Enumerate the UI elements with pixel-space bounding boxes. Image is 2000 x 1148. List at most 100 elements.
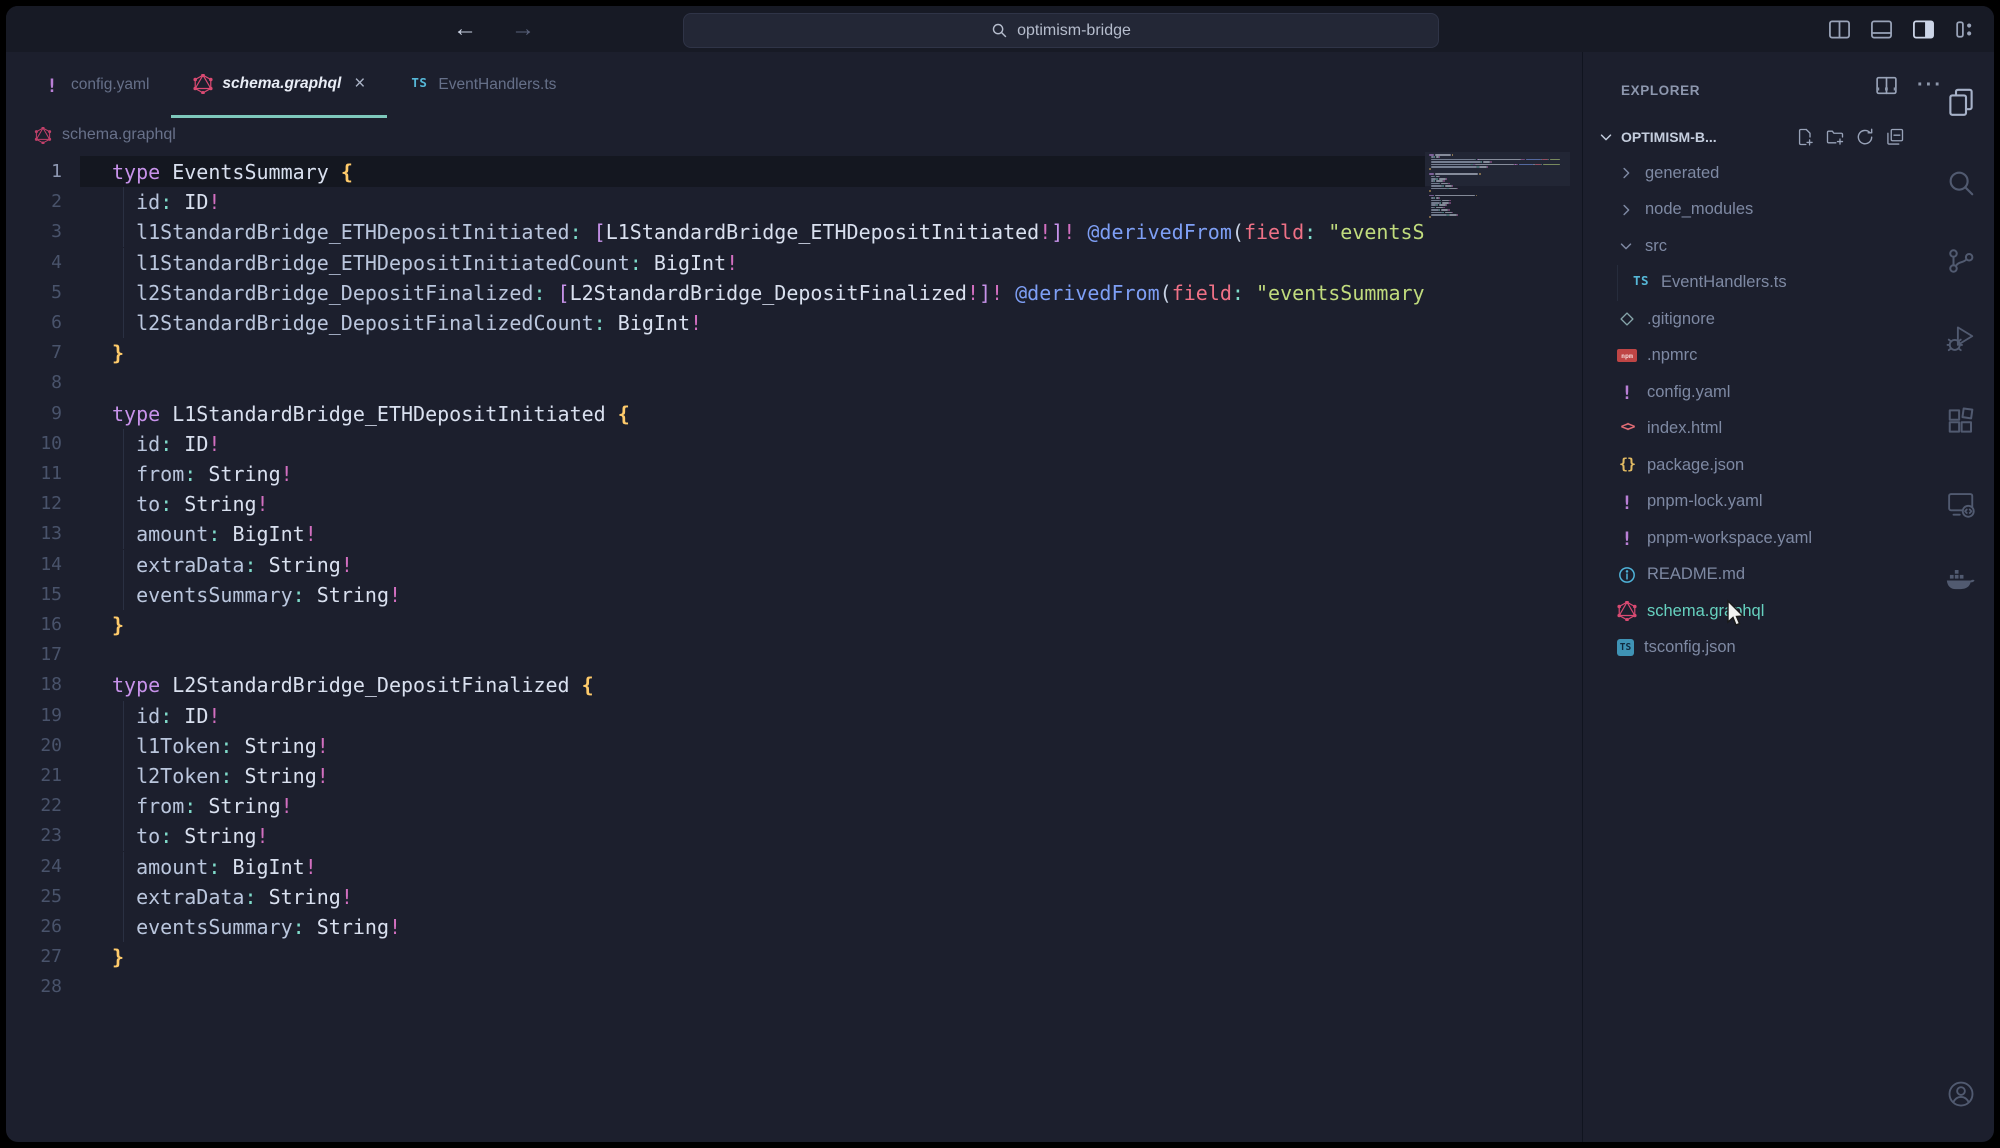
tree-item-README.md[interactable]: README.md [1583,557,1927,594]
code-line[interactable]: 11 from: String! [6,459,1425,489]
tree-item-package.json[interactable]: {}package.json [1583,447,1927,484]
gitignore-icon [1617,309,1637,329]
code-text: extraData: String! [112,550,353,580]
new-file-button[interactable] [1793,125,1817,149]
code-text: } [112,942,124,972]
code-line[interactable]: 14 extraData: String! [6,550,1425,580]
minimap-slider[interactable] [1425,152,1570,186]
code-line[interactable]: 15 eventsSummary: String! [6,580,1425,610]
tree-item-generated[interactable]: generated [1583,155,1927,192]
code-text: type L2StandardBridge_DepositFinalized { [112,670,594,700]
refresh-explorer-button[interactable] [1853,125,1877,149]
code-line[interactable]: 8 [6,368,1425,398]
tree-item-config.yaml[interactable]: !config.yaml [1583,374,1927,411]
toggle-secondary-sidebar-button[interactable] [1911,17,1936,42]
minimap-line [1431,161,1480,163]
line-number: 8 [6,368,62,398]
close-tab-button[interactable]: × [354,73,365,95]
collapse-folders-button[interactable] [1883,125,1907,149]
remote-explorer-button[interactable] [1945,488,1977,520]
breadcrumb[interactable]: schema.graphql [6,118,1582,152]
search-button[interactable] [1945,167,1977,199]
line-number: 12 [6,489,62,519]
code-text: id: ID! [112,429,220,459]
code-line[interactable]: 3 l1StandardBridge_ETHDepositInitiated: … [6,217,1425,247]
tree-item-schema.graphql[interactable]: schema.graphql [1583,593,1927,630]
yaml-icon: ! [42,75,62,95]
explorer-more-button[interactable]: ··· [1875,79,1901,102]
extensions-button[interactable] [1945,405,1977,437]
layout-columns-icon [1827,17,1852,42]
code-line[interactable]: 13 amount: BigInt! [6,519,1425,549]
tab-schema.graphql[interactable]: schema.graphql× [171,52,387,118]
toggle-panel-button[interactable] [1869,17,1894,42]
tab-config.yaml[interactable]: !config.yaml [20,52,171,118]
run-debug-button[interactable] [1945,322,1977,354]
code-line[interactable]: 24 amount: BigInt! [6,852,1425,882]
tree-item-pnpm-lock.yaml[interactable]: !pnpm-lock.yaml [1583,484,1927,521]
code-line[interactable]: 6 l2StandardBridge_DepositFinalizedCount… [6,308,1425,338]
line-number: 3 [6,217,62,247]
tree-item-pnpm-workspace.yaml[interactable]: !pnpm-workspace.yaml [1583,520,1927,557]
back-button[interactable]: ← [448,12,482,46]
line-number: 11 [6,459,62,489]
code-line[interactable]: 28 [6,972,1425,1002]
explorer-button[interactable] [1945,85,1977,117]
code-line[interactable]: 10 id: ID! [6,429,1425,459]
code-line[interactable]: 18type L2StandardBridge_DepositFinalized… [6,670,1425,700]
line-number: 21 [6,761,62,791]
workspace-section[interactable]: OPTIMISM-B... [1583,118,1927,156]
tree-item-label: node_modules [1645,200,1753,219]
tree-item-.npmrc[interactable]: npm.npmrc [1583,338,1927,375]
code-line[interactable]: 20 l1Token: String! [6,731,1425,761]
tree-item-src[interactable]: src [1583,228,1927,265]
code-line[interactable]: 4 l1StandardBridge_ETHDepositInitiatedCo… [6,248,1425,278]
minimap-line [1490,161,1492,163]
graphql-icon [33,127,53,144]
tab-label: EventHandlers.ts [438,76,556,94]
minimap-line [1429,190,1431,192]
source-control-button[interactable] [1945,245,1977,277]
layout-panel-icon [1869,17,1894,42]
code-line[interactable]: 5 l2StandardBridge_DepositFinalized: [L2… [6,278,1425,308]
tab-EventHandlers.ts[interactable]: TSEventHandlers.ts [387,52,578,118]
docker-button[interactable] [1945,562,1977,594]
customize-layout-button[interactable] [1953,17,1978,42]
toggle-primary-sidebar-button[interactable] [1827,17,1852,42]
code-line[interactable]: 23 to: String! [6,821,1425,851]
chevron-down-icon [1617,237,1635,255]
tree-item-tsconfig.json[interactable]: TStsconfig.json [1583,630,1927,667]
code-line[interactable]: 2 id: ID! [6,187,1425,217]
code-line[interactable]: 27} [6,942,1425,972]
command-center-search[interactable]: optimism-bridge [683,13,1439,48]
line-number: 20 [6,731,62,761]
minimap-line [1439,197,1441,199]
code-line[interactable]: 17 [6,640,1425,670]
tree-item-.gitignore[interactable]: .gitignore [1583,301,1927,338]
npm-icon: npm [1617,349,1637,362]
code-text: l1StandardBridge_ETHDepositInitiatedCoun… [112,248,738,278]
minimap[interactable] [1425,152,1570,1142]
tree-item-EventHandlers.ts[interactable]: TSEventHandlers.ts [1583,265,1927,302]
new-folder-button[interactable] [1823,125,1847,149]
line-number: 24 [6,852,62,882]
code-line[interactable]: 16} [6,610,1425,640]
code-line[interactable]: 1type EventsSummary { [6,157,1425,187]
minimap-line [1439,204,1446,206]
code-line[interactable]: 19 id: ID! [6,701,1425,731]
code-line[interactable]: 12 to: String! [6,489,1425,519]
code-editor[interactable]: 1type EventsSummary {2 id: ID!3 l1Standa… [6,152,1582,1142]
minimap-line [1445,185,1452,187]
minimap-line [1446,204,1448,206]
code-line[interactable]: 22 from: String! [6,791,1425,821]
code-line[interactable]: 21 l2Token: String! [6,761,1425,791]
code-line[interactable]: 9type L1StandardBridge_ETHDepositInitiat… [6,399,1425,429]
code-line[interactable]: 26 eventsSummary: String! [6,912,1425,942]
forward-button[interactable]: → [506,12,540,46]
code-line[interactable]: 25 extraData: String! [6,882,1425,912]
tree-item-node_modules[interactable]: node_modules [1583,192,1927,229]
tree-item-index.html[interactable]: <>index.html [1583,411,1927,448]
new-file-icon [1795,127,1815,147]
account-button[interactable] [1941,1074,1981,1114]
code-line[interactable]: 7} [6,338,1425,368]
